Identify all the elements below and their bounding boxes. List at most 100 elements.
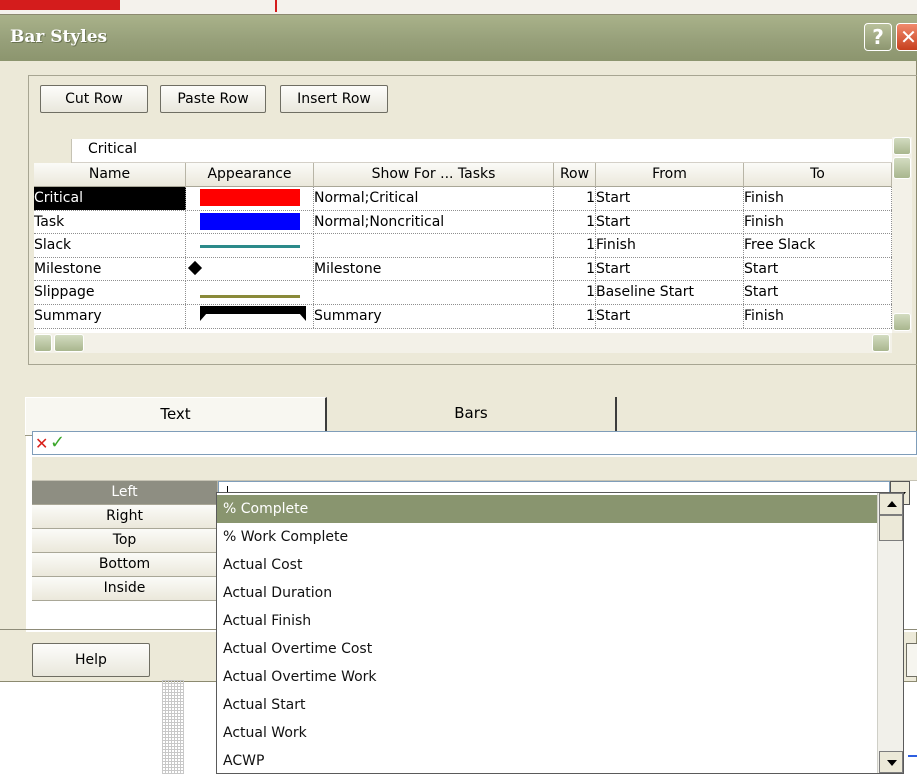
diamond-icon [187,260,203,275]
table-row[interactable]: Summary Summary 1 Start Finish [34,305,892,329]
teal-line-swatch [200,245,300,249]
cancel-x-icon[interactable]: ✕ [35,434,48,453]
cell-name[interactable]: Summary [34,305,186,328]
scroll-up-icon[interactable] [893,137,911,155]
scroll-thumb[interactable] [893,157,911,179]
cell-row[interactable]: 1 [554,305,596,328]
label-bottom[interactable]: Bottom [32,553,218,577]
cell-name[interactable]: Critical [34,187,186,210]
cell-from[interactable]: Start [596,187,744,210]
cell-from[interactable]: Start [596,305,744,328]
cell-appearance[interactable] [186,281,314,305]
cell-appearance[interactable] [186,257,314,281]
list-item[interactable]: Actual Finish [217,607,877,635]
cell-to[interactable]: Finish [744,305,892,328]
cell-to[interactable]: Start [744,281,892,305]
cell-row[interactable]: 1 [554,281,596,305]
list-item[interactable]: Actual Start [217,691,877,719]
field-dropdown-list[interactable]: % Complete % Work Complete Actual Cost A… [216,492,904,774]
cell-row[interactable]: 1 [554,257,596,281]
label-inside[interactable]: Inside [32,577,218,601]
label-top[interactable]: Top [32,529,218,553]
close-icon[interactable]: ✕ [896,23,917,51]
cell-show-for[interactable] [314,281,554,305]
cell-show-for[interactable]: Summary [314,305,554,328]
scroll-right-icon[interactable] [872,334,890,352]
header-from[interactable]: From [596,163,744,187]
cell-show-for[interactable]: Normal;Noncritical [314,210,554,234]
list-item[interactable]: % Complete [217,495,877,523]
tab-text[interactable]: Text [25,397,327,435]
cell-row[interactable]: 1 [554,187,596,210]
scroll-up-icon[interactable] [879,493,903,515]
table-row[interactable]: Slack 1 Finish Free Slack [34,234,892,258]
cell-from[interactable]: Baseline Start [596,281,744,305]
tab-bars-label: Bars [454,404,488,422]
cell-show-for[interactable]: Normal;Critical [314,187,554,210]
cell-from[interactable]: Finish [596,234,744,258]
cell-row[interactable]: 1 [554,210,596,234]
cell-name[interactable]: Slippage [34,281,186,305]
cell-to[interactable]: Finish [744,210,892,234]
cell-appearance[interactable] [186,210,314,234]
cell-name[interactable]: Milestone [34,257,186,281]
header-show-for[interactable]: Show For ... Tasks [314,163,554,187]
scroll-left-icon[interactable] [34,334,52,352]
scroll-down-icon[interactable] [893,313,911,331]
list-item[interactable]: % Work Complete [217,523,877,551]
cell-appearance[interactable] [186,305,314,328]
label-left[interactable]: Left [32,481,218,505]
header-row[interactable]: Row [554,163,596,187]
list-item[interactable]: Actual Overtime Cost [217,635,877,663]
help-button[interactable]: Help [32,643,150,677]
help-question-icon[interactable]: ? [864,23,892,51]
edit-bar[interactable]: Critical [34,139,892,163]
cell-appearance[interactable] [186,234,314,258]
accept-check-icon[interactable]: ✓ [50,432,65,453]
label-right[interactable]: Right [32,505,218,529]
cell-to[interactable]: Finish [744,187,892,210]
header-appearance[interactable]: Appearance [186,163,314,187]
cell-appearance[interactable] [186,187,314,210]
ok-button-edge[interactable] [906,643,917,677]
list-item[interactable]: Actual Duration [217,579,877,607]
cell-from[interactable]: Start [596,210,744,234]
grid-horizontal-scrollbar[interactable] [34,333,892,353]
header-name[interactable]: Name [34,163,186,187]
cell-to[interactable]: Start [744,257,892,281]
cell-name[interactable]: Slack [34,234,186,258]
grid-vertical-scrollbar[interactable] [892,137,912,333]
table-row[interactable]: Critical Normal;Critical 1 Start Finish [34,187,892,211]
list-item[interactable]: ACWP [217,747,877,774]
insert-row-label: Insert Row [297,91,371,107]
list-item[interactable]: Actual Work [217,719,877,747]
list-item[interactable]: Actual Cost [217,551,877,579]
background-blue-marker [908,755,917,757]
select-all-corner[interactable] [34,139,72,163]
edit-value: Critical [88,141,137,157]
cut-row-button[interactable]: Cut Row [40,85,148,113]
cell-row[interactable]: 1 [554,234,596,258]
scroll-down-icon[interactable] [879,751,903,773]
tab-text-label: Text [160,405,191,423]
header-to[interactable]: To [744,163,892,187]
table-row[interactable]: Milestone Milestone 1 Start Start [34,257,892,282]
table-row[interactable]: Slippage 1 Baseline Start Start [34,281,892,305]
scroll-thumb[interactable] [879,515,903,541]
dropdown-scrollbar[interactable] [877,493,903,773]
cell-name[interactable]: Task [34,210,186,234]
help-button-label: Help [75,652,107,668]
list-item[interactable]: Actual Overtime Work [217,663,877,691]
cell-to[interactable]: Free Slack [744,234,892,258]
cell-show-for[interactable]: Milestone [314,257,554,281]
title-bar[interactable]: Bar Styles ? ✕ [0,15,917,61]
tab-bars[interactable]: Bars [327,397,617,435]
text-edit-toolbar[interactable]: ✕ ✓ [32,431,917,455]
table-row[interactable]: Task Normal;Noncritical 1 Start Finish [34,210,892,235]
cell-show-for[interactable] [314,234,554,258]
horizontal-scroll-thumb[interactable] [54,334,84,352]
background-red-marker [275,0,277,12]
insert-row-button[interactable]: Insert Row [280,85,388,113]
paste-row-button[interactable]: Paste Row [160,85,266,113]
cell-from[interactable]: Start [596,257,744,281]
